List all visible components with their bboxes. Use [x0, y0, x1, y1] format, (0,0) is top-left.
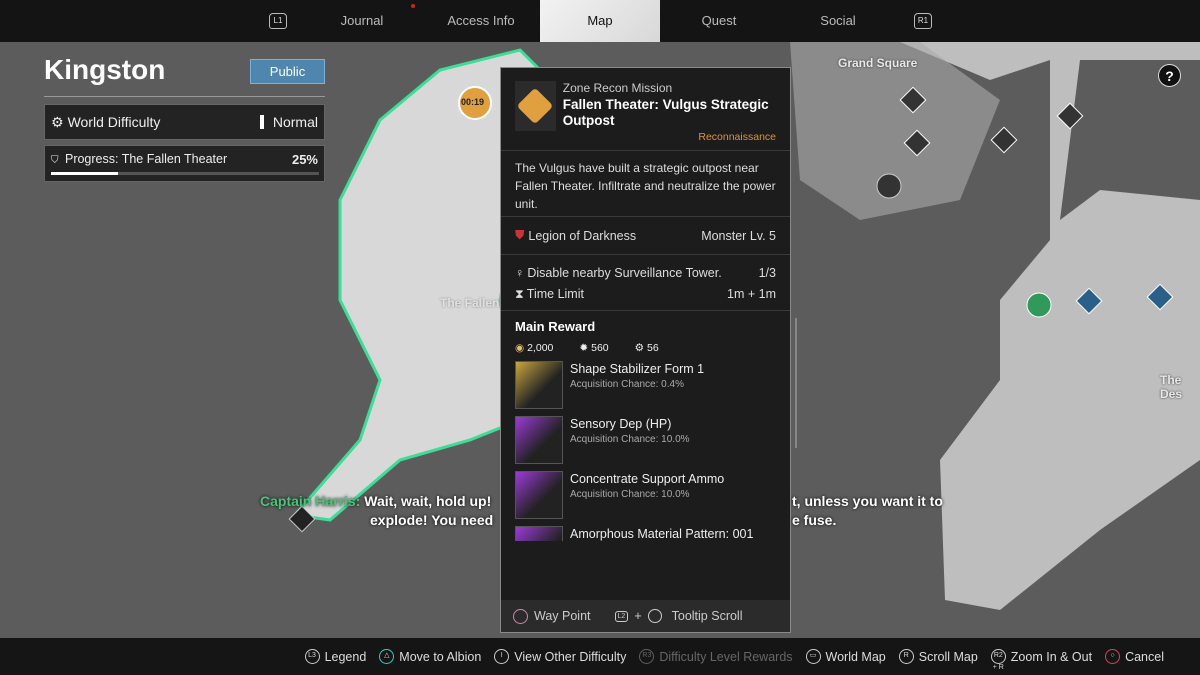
- currency-value: 56: [646, 342, 659, 354]
- progress-value: 25%: [291, 152, 318, 167]
- map-marker-icon[interactable]: [876, 173, 902, 199]
- tab-access-info[interactable]: Access Info: [421, 0, 541, 42]
- subtitle-line1-left: Captain Harris: Wait, wait, hold up!: [260, 493, 491, 509]
- control-legend[interactable]: Legend: [325, 650, 367, 664]
- reward-item[interactable]: Sensory Dep (HP) Acquisition Chance: 10.0…: [515, 416, 776, 471]
- l1-button-icon[interactable]: L1: [269, 13, 287, 29]
- reward-item[interactable]: Concentrate Support Ammo Acquisition Chan…: [515, 471, 776, 526]
- reward-title: Main Reward: [515, 319, 596, 334]
- control-scroll-map[interactable]: Scroll Map: [919, 650, 978, 664]
- xp-icon: ✹: [579, 342, 589, 354]
- reward-chance: Acquisition Chance: 0.4%: [570, 379, 684, 390]
- control-view-other-difficulty[interactable]: View Other Difficulty: [514, 650, 626, 664]
- subtitle-text: Wait, wait, hold up!: [364, 493, 492, 509]
- world-difficulty-row[interactable]: ⚙ World Difficulty Normal: [44, 104, 325, 140]
- control-move-to-albion[interactable]: Move to Albion: [399, 650, 481, 664]
- hourglass-icon: ⧗: [515, 287, 524, 301]
- visibility-button[interactable]: Public: [250, 59, 325, 84]
- tab-quest[interactable]: Quest: [659, 0, 779, 42]
- map-label-grand-square: Grand Square: [838, 56, 918, 70]
- tab-map[interactable]: Map: [540, 0, 660, 42]
- controller-button-icon: R3: [639, 649, 655, 664]
- mission-tag: Reconnaissance: [698, 131, 776, 143]
- progress-label: Progress: The Fallen Theater: [64, 152, 228, 166]
- faction-name: Legion of Darkness: [528, 228, 637, 243]
- plus-sign: +: [634, 609, 642, 623]
- divider: [44, 96, 325, 97]
- control-world-map[interactable]: World Map: [826, 650, 886, 664]
- monster-level: Monster Lv. 5: [701, 228, 776, 243]
- controller-button-icon: ○: [1105, 649, 1121, 664]
- world-difficulty-value: Normal: [272, 114, 318, 130]
- progress-row: ⛉ Progress: The Fallen Theater 25%: [44, 145, 325, 182]
- progress-bar: [51, 172, 319, 175]
- tooltip-scrollbar[interactable]: [795, 318, 797, 448]
- control-difficulty-level-rewards[interactable]: Difficulty Level Rewards: [659, 650, 792, 664]
- mission-icon: [515, 81, 556, 131]
- mission-title: Fallen Theater: Vulgus Strategic Outpost: [562, 97, 769, 128]
- controller-button-icon: ▭: [805, 649, 821, 664]
- l2-button-icon: L2: [614, 610, 629, 622]
- reward-item[interactable]: Amorphous Material Pattern: 001Acquisiti…: [515, 526, 776, 541]
- subtitle-line1-right: t, unless you want it to: [792, 493, 943, 509]
- control-cancel[interactable]: Cancel: [1125, 650, 1164, 664]
- top-nav: L1 Journal Access Info Map Quest Social …: [0, 0, 1200, 42]
- map-label-des: The Des: [1160, 373, 1183, 401]
- objective-progress: 1/3: [758, 266, 776, 280]
- currency-value: 2,000: [527, 342, 554, 354]
- reward-thumbnail: [515, 361, 563, 409]
- mission-type: Zone Recon Mission: [562, 81, 673, 95]
- location-title: Kingston: [44, 54, 166, 85]
- subtitle-line2-right: e fuse.: [792, 512, 837, 528]
- controller-button-icon: L3: [304, 649, 320, 664]
- currency-value: 560: [591, 342, 609, 354]
- reward-name: Shape Stabilizer Form 1: [570, 362, 705, 376]
- right-stick-icon: [647, 609, 662, 623]
- square-button-icon: [513, 608, 528, 624]
- reward-name: Sensory Dep (HP): [570, 417, 672, 431]
- reward-name: Concentrate Support Ammo: [570, 472, 725, 486]
- tooltip-scroll-label: Tooltip Scroll: [671, 609, 743, 623]
- map-label-fallen: The Fallen: [440, 296, 500, 310]
- help-button[interactable]: ?: [1158, 64, 1181, 87]
- reward-chance: Acquisition Chance: 10.0%: [570, 434, 690, 445]
- control-zoom-in-out[interactable]: Zoom In & Out: [1011, 650, 1092, 664]
- world-difficulty-label: World Difficulty: [67, 114, 161, 130]
- r1-button-icon[interactable]: R1: [914, 13, 932, 29]
- difficulty-bar-icon: [259, 115, 264, 129]
- reward-item[interactable]: Shape Stabilizer Form 1 Acquisition Chanc…: [515, 361, 776, 416]
- controller-button-icon: I: [494, 649, 510, 664]
- subtitle-speaker: Captain Harris:: [260, 493, 361, 509]
- difficulty-icon: ⚙: [51, 113, 64, 130]
- gear-icon: ⚙: [634, 342, 645, 354]
- controller-button-icon: R2 + R: [990, 649, 1006, 671]
- reward-thumbnail: [515, 526, 563, 541]
- objective-text: Disable nearby Surveillance Tower.: [527, 266, 722, 280]
- reward-thumbnail: [515, 471, 563, 519]
- tab-journal[interactable]: Journal: [302, 0, 422, 42]
- controller-button-icon: R: [898, 649, 914, 664]
- objective-icon: ♀: [515, 266, 525, 280]
- reward-chance: Acquisition Chance: 10.0%: [570, 489, 690, 500]
- waypoint-label[interactable]: Way Point: [534, 609, 591, 623]
- reward-thumbnail: [515, 416, 563, 464]
- controller-button-icon: △: [379, 649, 395, 664]
- coin-icon: ◉: [515, 342, 525, 354]
- faction-icon: ⛊: [515, 228, 525, 242]
- time-limit-label: Time Limit: [526, 287, 584, 301]
- notification-dot: [411, 4, 415, 8]
- controls-bar: L3 Legend △ Move to Albion I View Other Diffi…: [0, 638, 1200, 675]
- timer-text: 00:19: [461, 97, 485, 107]
- reward-name: Amorphous Material Pattern: 001: [570, 527, 754, 541]
- tab-social[interactable]: Social: [778, 0, 898, 42]
- tooltip-footer: Way Point L2 + Tooltip Scroll: [501, 600, 790, 632]
- mission-description: The Vulgus have built a strategic outpos…: [501, 151, 790, 217]
- time-limit-value: 1m + 1m: [727, 287, 776, 301]
- shield-icon: ⛉: [51, 155, 59, 166]
- mission-tooltip: Zone Recon Mission Fallen Theater: Vulgu…: [500, 67, 797, 633]
- map-marker-icon[interactable]: [1026, 292, 1052, 318]
- subtitle-line2-left: explode! You need: [370, 512, 494, 528]
